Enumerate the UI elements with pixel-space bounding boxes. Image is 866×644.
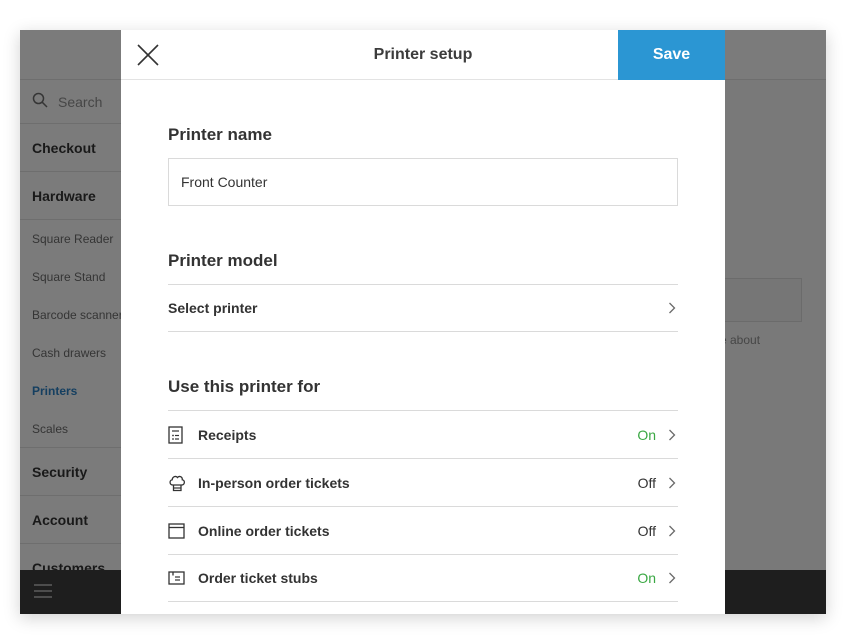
modal-title: Printer setup bbox=[373, 45, 473, 63]
chevron-right-icon bbox=[668, 302, 678, 314]
status-in-person-order-tickets: Off bbox=[637, 474, 656, 491]
chevron-right-icon bbox=[668, 525, 678, 537]
use-row-online-order-tickets[interactable]: Online order tickets Off bbox=[168, 506, 678, 554]
status-order-ticket-stubs: On bbox=[637, 570, 656, 586]
status-receipts: On bbox=[637, 426, 656, 443]
use-label-receipts: Receipts bbox=[198, 426, 257, 443]
chevron-right-icon bbox=[668, 429, 678, 441]
receipt-icon bbox=[168, 425, 198, 444]
app-frame: Search Checkout Hardware Square Reader S… bbox=[20, 30, 826, 614]
select-printer-row[interactable]: Select printer bbox=[168, 284, 678, 332]
close-icon[interactable] bbox=[133, 40, 163, 70]
use-row-order-ticket-stubs[interactable]: Order ticket stubs On bbox=[168, 554, 678, 602]
select-printer-label: Select printer bbox=[168, 300, 258, 316]
chevron-right-icon bbox=[668, 477, 678, 489]
use-printer-for-label: Use this printer for bbox=[168, 377, 321, 396]
chevron-right-icon bbox=[668, 572, 678, 584]
printer-model-label: Printer model bbox=[168, 251, 278, 270]
use-label-online-order-tickets: Online order tickets bbox=[198, 522, 330, 539]
use-row-receipts[interactable]: Receipts On bbox=[168, 410, 678, 458]
use-label-order-ticket-stubs: Order ticket stubs bbox=[198, 570, 318, 586]
use-label-in-person-order-tickets: In-person order tickets bbox=[198, 474, 350, 491]
modal-header: Printer setup Save bbox=[121, 30, 725, 80]
ticket-stub-icon bbox=[168, 571, 198, 585]
use-row-in-person-order-tickets[interactable]: In-person order tickets Off bbox=[168, 458, 678, 506]
save-button[interactable]: Save bbox=[618, 30, 725, 80]
browser-window-icon bbox=[168, 522, 198, 539]
printer-setup-modal: Printer setup Save Printer name Printer … bbox=[121, 30, 725, 614]
chef-hat-icon bbox=[168, 474, 198, 492]
printer-name-input[interactable] bbox=[168, 158, 678, 206]
printer-name-label: Printer name bbox=[168, 125, 272, 144]
status-online-order-tickets: Off bbox=[637, 522, 656, 539]
modal-content: Printer name Printer model Select printe… bbox=[121, 125, 725, 602]
